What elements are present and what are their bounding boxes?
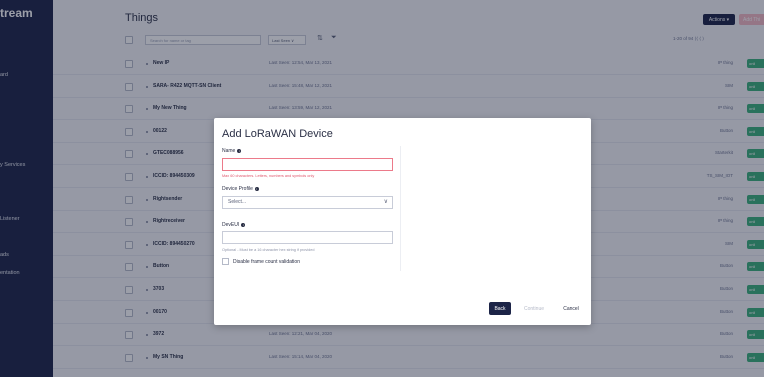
info-icon[interactable]: i bbox=[241, 223, 246, 227]
back-button[interactable]: Back bbox=[489, 302, 511, 315]
deveui-label: DevEUI i bbox=[222, 222, 246, 228]
chevron-down-icon: ∨ bbox=[383, 199, 388, 205]
add-lorawan-device-dialog: Add LoRaWAN Device Name i Max 60 charact… bbox=[214, 118, 591, 325]
frame-count-option[interactable]: Disable frame count validation bbox=[222, 258, 300, 265]
continue-button[interactable]: Continue bbox=[517, 302, 551, 315]
deveui-input[interactable] bbox=[222, 231, 393, 244]
cancel-button[interactable]: Cancel bbox=[558, 302, 584, 315]
device-profile-label: Device Profile i bbox=[222, 186, 259, 192]
dialog-divider bbox=[400, 146, 401, 271]
device-profile-value: Select... bbox=[228, 199, 247, 205]
dialog-title: Add LoRaWAN Device bbox=[222, 128, 333, 140]
name-label-text: Name bbox=[222, 148, 236, 154]
frame-count-checkbox[interactable] bbox=[222, 258, 229, 265]
info-icon[interactable]: i bbox=[254, 187, 259, 191]
device-profile-select[interactable]: Select... ∨ bbox=[222, 196, 393, 209]
name-input[interactable] bbox=[222, 158, 393, 171]
deveui-hint: Optional - Must be a 16 character hex st… bbox=[222, 248, 315, 252]
device-profile-label-text: Device Profile bbox=[222, 186, 253, 192]
frame-count-label: Disable frame count validation bbox=[233, 258, 300, 265]
name-hint: Max 60 characters. Letters, numbers and … bbox=[222, 174, 315, 178]
deveui-label-text: DevEUI bbox=[222, 222, 240, 228]
name-label: Name i bbox=[222, 148, 242, 154]
info-icon[interactable]: i bbox=[237, 149, 242, 153]
